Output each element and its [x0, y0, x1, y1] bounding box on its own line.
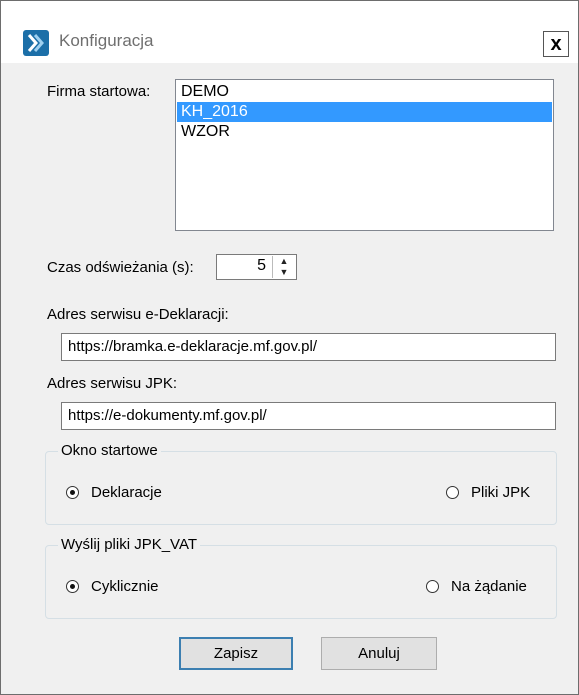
refresh-label: Czas odświeżania (s): — [47, 259, 194, 276]
start-window-title: Okno startowe — [58, 442, 161, 459]
radio-pliki-jpk[interactable]: Pliki JPK — [446, 484, 530, 501]
list-item[interactable]: KH_2016 — [177, 102, 552, 122]
company-listbox[interactable]: DEMO KH_2016 WZOR — [175, 79, 554, 231]
radio-cyklicznie-label: Cyklicznie — [91, 578, 159, 595]
close-button[interactable]: x — [543, 31, 569, 57]
radio-deklaracje[interactable]: Deklaracje — [66, 484, 162, 501]
radio-unchecked-icon — [446, 486, 459, 499]
radio-pliki-jpk-label: Pliki JPK — [471, 484, 531, 501]
window-title: Konfiguracja — [59, 31, 154, 50]
list-item[interactable]: WZOR — [177, 122, 552, 142]
radio-unchecked-icon — [426, 580, 439, 593]
cancel-button[interactable]: Anuluj — [321, 637, 437, 670]
start-window-group: Okno startowe Deklaracje Pliki JPK — [45, 442, 557, 525]
save-button[interactable]: Zapisz — [179, 637, 293, 670]
dialog-body: Firma startowa: DEMO KH_2016 WZOR Czas odś… — [1, 63, 578, 694]
app-logo-icon — [23, 30, 49, 56]
radio-cyklicznie[interactable]: Cyklicznie — [66, 578, 159, 595]
radio-deklaracje-label: Deklaracje — [91, 484, 162, 501]
radio-checked-icon — [66, 486, 79, 499]
radio-checked-icon — [66, 580, 79, 593]
list-item[interactable]: DEMO — [177, 82, 552, 102]
title-bar: Konfiguracja x — [1, 1, 578, 57]
chevron-down-icon[interactable]: ▼ — [273, 267, 295, 278]
radio-na-zadanie-label: Na żądanie — [451, 578, 527, 595]
chevron-up-icon[interactable]: ▲ — [273, 256, 295, 267]
jpk-url-field[interactable]: https://e-dokumenty.mf.gov.pl/ — [61, 402, 556, 430]
edeklaracje-url-field[interactable]: https://bramka.e-deklaracje.mf.gov.pl/ — [61, 333, 556, 361]
refresh-value: 5 — [257, 257, 266, 274]
jpk-label: Adres serwisu JPK: — [47, 375, 178, 392]
radio-na-zadanie[interactable]: Na żądanie — [426, 578, 527, 595]
company-label: Firma startowa: — [47, 83, 151, 100]
close-icon: x — [550, 33, 562, 55]
config-dialog: Konfiguracja x Firma startowa: DEMO KH_20… — [0, 0, 579, 695]
edeklaracje-label: Adres serwisu e-Deklaracji: — [47, 306, 229, 323]
spin-buttons: ▲ ▼ — [272, 256, 295, 278]
refresh-stepper[interactable]: 5 ▲ ▼ — [216, 254, 297, 280]
send-jpk-group: Wyślij pliki JPK_VAT Cyklicznie Na żądan… — [45, 536, 557, 619]
send-jpk-title: Wyślij pliki JPK_VAT — [58, 536, 200, 553]
